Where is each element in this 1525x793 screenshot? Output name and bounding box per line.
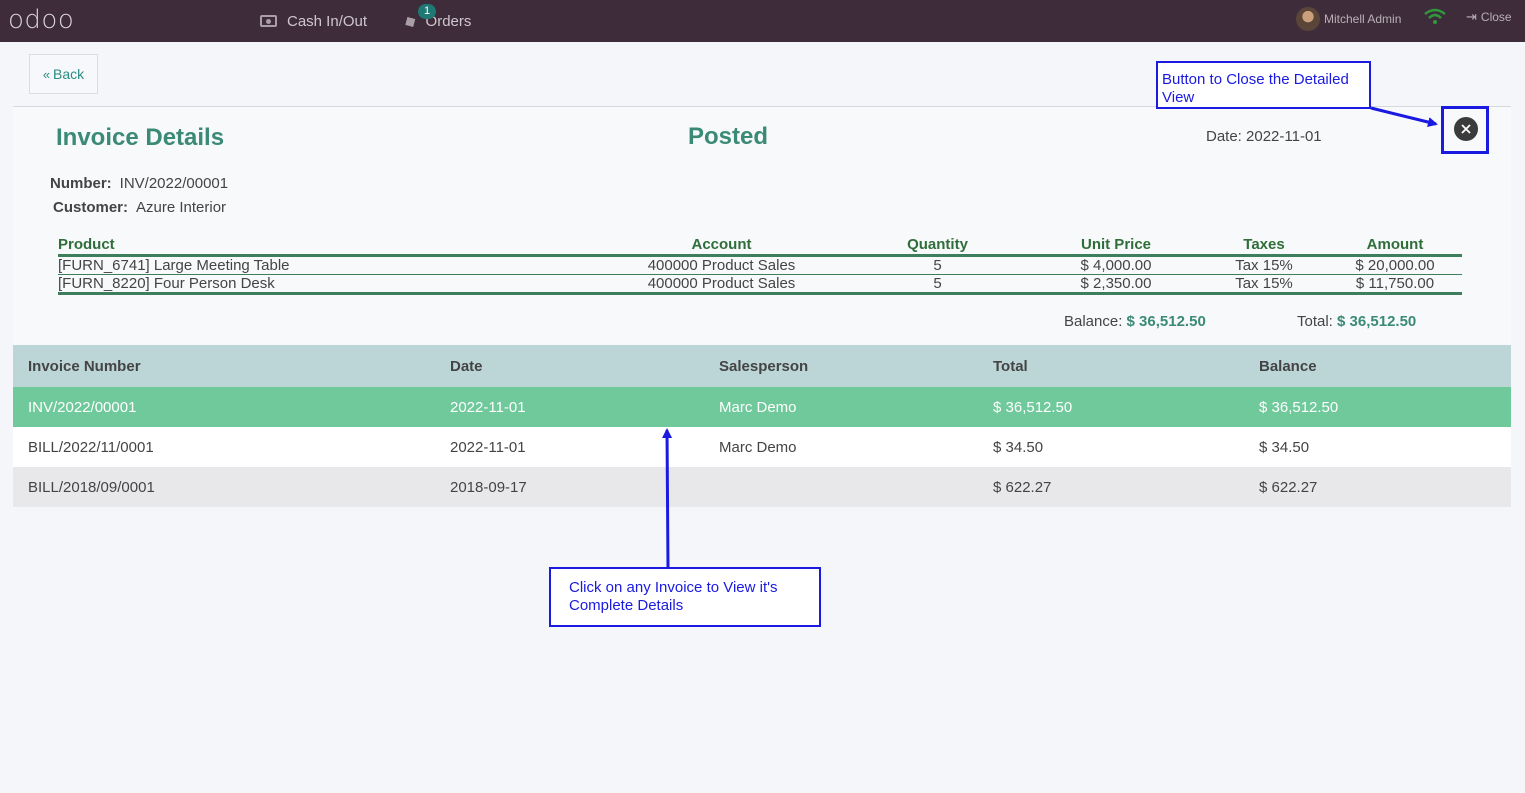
invoice-total: $ 622.27 — [978, 467, 1244, 507]
lines-header-row: Product Account Quantity Unit Price Taxe… — [58, 236, 1462, 257]
user-name: Mitchell Admin — [1324, 12, 1402, 26]
line-taxes: Tax 15% — [1200, 274, 1328, 295]
close-button-annotation: Button to Close the Detailed View — [1156, 61, 1371, 109]
invoice-line-row: [FURN_8220] Four Person Desk 400000 Prod… — [58, 274, 1462, 295]
column-header: Quantity — [843, 236, 1032, 257]
sign-out-icon: ⇥ — [1466, 9, 1477, 24]
tag-icon: ◆ — [400, 11, 420, 32]
cash-in-out-label: Cash In/Out — [287, 12, 368, 30]
invoice-click-annotation: Click on any Invoice to View it's Comple… — [549, 567, 821, 627]
top-bar: odoo Cash In/Out ◆ 1 Orders Mitchell Adm… — [0, 0, 1525, 42]
salesperson: Marc Demo — [704, 387, 978, 427]
invoice-details-title: Invoice Details — [56, 124, 225, 151]
invoice-number: BILL/2022/11/0001 — [13, 427, 435, 467]
close-session-label: Close — [1480, 10, 1512, 24]
invoice-number: INV/2022/00001 — [13, 387, 435, 427]
invoice-lines-table: Product Account Quantity Unit Price Taxe… — [58, 236, 1462, 295]
invoice-line-row: [FURN_6741] Large Meeting Table 400000 P… — [58, 255, 1462, 275]
odoo-logo: odoo — [8, 5, 75, 35]
invoice-number-field: Number: INV/2022/00001 — [50, 175, 228, 192]
customer-value: Azure Interior — [136, 199, 227, 216]
balance-label: Balance: — [1064, 313, 1123, 330]
close-session-button[interactable]: ⇥ Close — [1466, 0, 1512, 34]
back-button[interactable]: « Back — [29, 54, 98, 94]
total-summary: Total: $ 36,512.50 — [1297, 313, 1416, 330]
number-label: Number: — [50, 175, 112, 192]
line-taxes: Tax 15% — [1200, 255, 1328, 275]
invoice-list-table: Invoice Number Date Salesperson Total Ba… — [13, 345, 1511, 507]
balance-value: $ 36,512.50 — [1126, 313, 1206, 330]
line-product: [FURN_6741] Large Meeting Table — [58, 255, 600, 275]
line-unit-price: $ 4,000.00 — [1032, 255, 1200, 275]
number-value: INV/2022/00001 — [119, 175, 229, 192]
balance-summary: Balance: $ 36,512.50 — [1064, 313, 1206, 330]
invoice-row[interactable]: BILL/2018/09/0001 2018-09-17 $ 622.27 $ … — [13, 467, 1511, 507]
list-header-row: Invoice Number Date Salesperson Total Ba… — [13, 345, 1511, 387]
line-unit-price: $ 2,350.00 — [1032, 274, 1200, 295]
close-button-highlight — [1441, 106, 1489, 154]
column-header: Date — [435, 345, 704, 387]
customer-label: Customer: — [53, 199, 129, 216]
salesperson — [704, 467, 978, 507]
total-label: Total: — [1297, 313, 1333, 330]
wifi-icon — [1424, 8, 1446, 24]
line-account: 400000 Product Sales — [600, 274, 843, 295]
line-quantity: 5 — [843, 274, 1032, 295]
money-icon — [260, 15, 277, 27]
line-quantity: 5 — [843, 255, 1032, 275]
invoice-date-cell: 2022-11-01 — [435, 387, 704, 427]
column-header: Invoice Number — [13, 345, 435, 387]
column-header: Salesperson — [704, 345, 978, 387]
total-value: $ 36,512.50 — [1337, 313, 1417, 330]
invoice-balance: $ 622.27 — [1244, 467, 1511, 507]
double-chevron-left-icon: « — [42, 66, 51, 82]
invoice-row-selected[interactable]: INV/2022/00001 2022-11-01 Marc Demo $ 36… — [13, 387, 1511, 427]
column-header: Account — [600, 236, 843, 257]
column-header: Product — [58, 236, 600, 257]
line-amount: $ 20,000.00 — [1328, 255, 1462, 275]
orders-button[interactable]: ◆ 1 Orders — [401, 0, 471, 42]
invoice-date-cell: 2018-09-17 — [435, 467, 704, 507]
salesperson: Marc Demo — [704, 427, 978, 467]
column-header: Taxes — [1200, 236, 1328, 257]
invoice-balance: $ 34.50 — [1244, 427, 1511, 467]
avatar — [1296, 7, 1320, 31]
invoice-date: Date: 2022-11-01 — [1206, 128, 1322, 145]
invoice-state: Posted — [688, 123, 769, 150]
orders-count-badge: 1 — [418, 4, 437, 19]
invoice-row[interactable]: BILL/2022/11/0001 2022-11-01 Marc Demo $… — [13, 427, 1511, 467]
customer-field: Customer: Azure Interior — [53, 199, 226, 216]
column-header: Amount — [1328, 236, 1462, 257]
column-header: Total — [978, 345, 1244, 387]
column-header: Unit Price — [1032, 236, 1200, 257]
line-amount: $ 11,750.00 — [1328, 274, 1462, 295]
column-header: Balance — [1244, 345, 1511, 387]
invoice-total: $ 34.50 — [978, 427, 1244, 467]
line-product: [FURN_8220] Four Person Desk — [58, 274, 600, 295]
user-menu[interactable]: Mitchell Admin — [1296, 0, 1401, 38]
cash-in-out-button[interactable]: Cash In/Out — [260, 0, 367, 42]
back-label: Back — [53, 66, 85, 82]
line-account: 400000 Product Sales — [600, 255, 843, 275]
invoice-balance: $ 36,512.50 — [1244, 387, 1511, 427]
invoice-total: $ 36,512.50 — [978, 387, 1244, 427]
invoice-number: BILL/2018/09/0001 — [13, 467, 435, 507]
invoice-date-cell: 2022-11-01 — [435, 427, 704, 467]
